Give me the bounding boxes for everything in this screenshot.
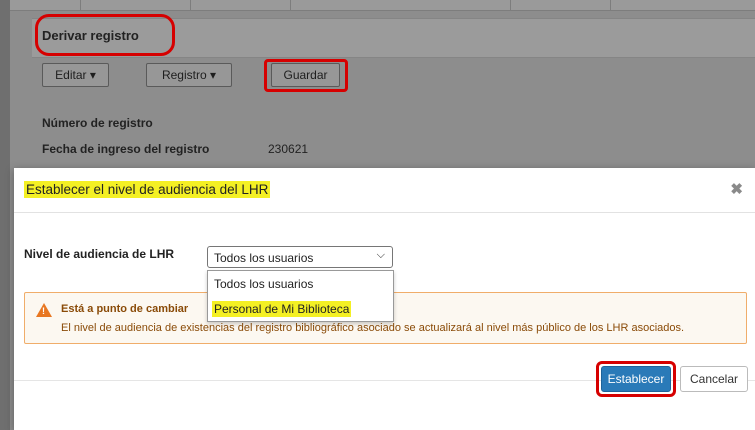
top-table-strip [10,0,755,11]
dropdown-option[interactable]: Personal de Mi Biblioteca [208,297,393,319]
edit-menu-button[interactable]: Editar ▾ [42,63,109,87]
dropdown-option[interactable]: Todos los usuarios [208,273,393,295]
close-icon[interactable]: ✖ [730,180,743,198]
chevron-down-icon: ⌵ [376,249,385,261]
entry-date-value: 230621 [268,142,309,156]
column-divider [80,0,81,10]
dialog-header: Establecer el nivel de audiencia del LHR… [14,168,755,213]
column-divider [510,0,511,10]
warning-text: El nivel de audiencia de existencias del… [61,322,685,334]
warning-title: Está a punto de cambiar [61,303,189,315]
dialog-title: Establecer el nivel de audiencia del LHR [24,181,271,198]
entry-date-label: Fecha de ingreso del registro [42,142,210,156]
column-divider [190,0,191,10]
annotation-circle [35,14,175,56]
column-divider [290,0,291,10]
audience-level-dropdown: Todos los usuarios Personal de Mi Biblio… [207,270,394,322]
left-border [0,0,10,430]
audience-level-label: Nivel de audiencia de LHR [24,247,175,261]
select-selected-value: Todos los usuarios [214,251,314,265]
record-number-label: Número de registro [42,116,153,130]
annotation-box [264,59,348,92]
audience-level-select[interactable]: Todos los usuarios ⌵ [207,246,393,268]
column-divider [610,0,611,10]
cancel-button[interactable]: Cancelar [680,366,748,392]
annotation-circle [596,361,676,397]
record-menu-button[interactable]: Registro ▾ [146,63,232,87]
